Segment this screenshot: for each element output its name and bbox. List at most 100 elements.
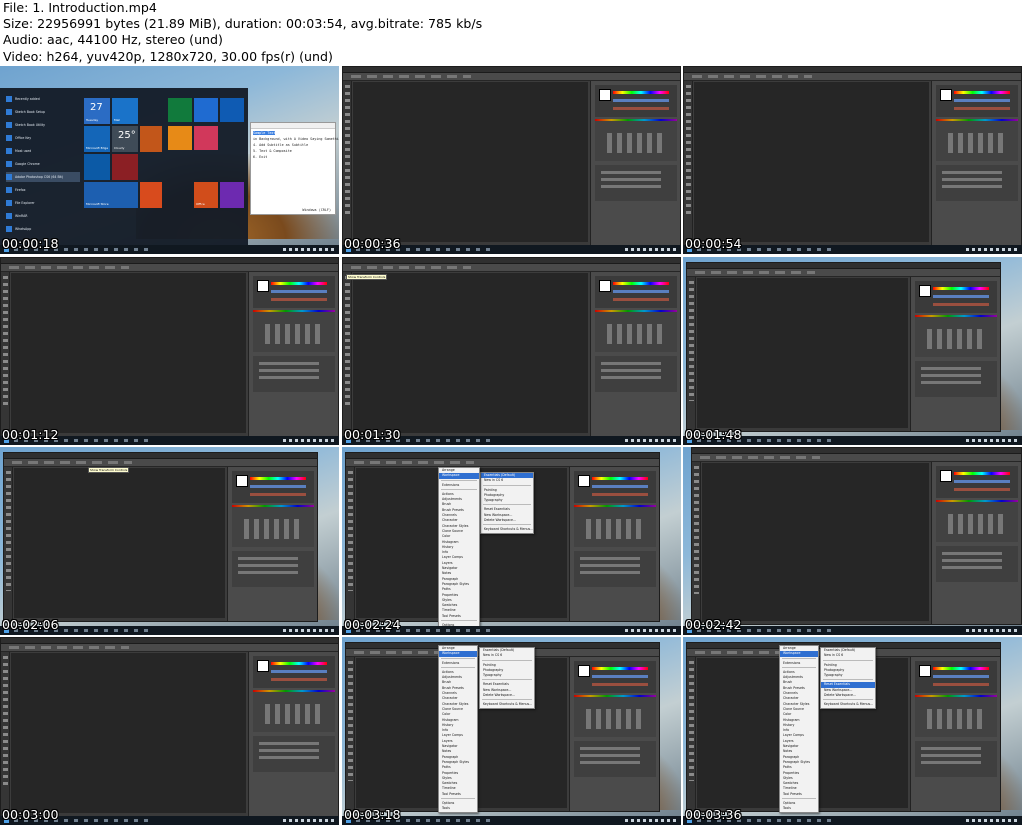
color-panel[interactable]	[915, 281, 997, 313]
photoshop-options-bar[interactable]	[343, 264, 680, 272]
photoshop-tools-panel[interactable]	[1, 652, 10, 816]
system-tray[interactable]	[625, 819, 677, 822]
layers-panel[interactable]	[595, 356, 677, 392]
photoshop-panels[interactable]	[910, 277, 1000, 431]
system-tray[interactable]	[283, 248, 335, 251]
photoshop-tools-panel[interactable]	[687, 657, 696, 811]
video-thumbnail[interactable]: Recently added Sketch Book Setup Sketch Bo…	[0, 66, 339, 254]
menu-item[interactable]	[441, 666, 475, 669]
photoshop-options-bar[interactable]	[684, 73, 1021, 81]
menu-item[interactable]: Extensions	[780, 661, 818, 666]
menu-item[interactable]	[823, 699, 873, 701]
menu-item[interactable]: Extensions	[439, 661, 477, 666]
photoshop-tools-panel[interactable]	[4, 467, 13, 621]
app-list-item[interactable]: Sketch Book Utility	[6, 120, 80, 130]
photoshop-tools-panel[interactable]	[684, 81, 693, 245]
photoshop-panels[interactable]	[590, 81, 680, 245]
color-panel[interactable]	[936, 85, 1018, 117]
dropdown-menu[interactable]: Arrange Workspace Extensions Actions Adjustm…	[438, 467, 480, 635]
photoshop-options-bar[interactable]	[343, 73, 680, 81]
menu-item[interactable]: Workspace	[439, 651, 477, 657]
menu-item[interactable]: New in CS 6	[481, 478, 533, 483]
adjustments-panel[interactable]	[936, 502, 1018, 542]
system-tray[interactable]	[966, 629, 1018, 632]
dropdown-menu[interactable]: Essentials (Default) New in CS 6 Painting P…	[820, 647, 876, 709]
start-tile[interactable]	[140, 182, 162, 208]
start-tile[interactable]	[220, 182, 244, 208]
adjustments-panel[interactable]	[232, 507, 314, 547]
system-tray[interactable]	[283, 629, 335, 632]
photoshop-window[interactable]	[683, 66, 1022, 246]
video-thumbnail[interactable]: Essentials (Default) New in CS 6 Painting P…	[342, 447, 681, 635]
menu-item[interactable]: Keyboard Shortcuts & Menus...	[481, 527, 533, 532]
photoshop-options-bar[interactable]	[4, 459, 317, 467]
start-tile[interactable]	[140, 126, 162, 152]
dropdown-menu[interactable]: Arrange Workspace Extensions Actions Adjustm…	[779, 645, 819, 813]
color-panel[interactable]	[232, 471, 314, 503]
adjustments-panel[interactable]	[253, 312, 335, 352]
menu-item[interactable]: Keyboard Shortcuts & Menus...	[480, 702, 534, 707]
photoshop-panels[interactable]	[590, 272, 680, 436]
start-tile[interactable]: Microsoft Edge	[84, 126, 110, 152]
video-thumbnail[interactable]: 00:01:12	[0, 257, 339, 445]
menu-item[interactable]: Tool Presets	[439, 614, 479, 619]
menu-item[interactable]	[782, 666, 816, 669]
menu-item[interactable]	[483, 504, 531, 506]
menu-item[interactable]: Tools	[439, 806, 477, 811]
color-panel[interactable]	[574, 661, 656, 693]
start-tile[interactable]: 25° Cloudy	[112, 126, 138, 152]
system-tray[interactable]	[283, 439, 335, 442]
photoshop-panels[interactable]	[931, 462, 1021, 624]
photoshop-window[interactable]	[686, 262, 1001, 432]
adjustments-panel[interactable]	[915, 697, 997, 737]
photoshop-tools-panel[interactable]	[343, 81, 352, 245]
photoshop-options-bar[interactable]	[692, 454, 1021, 462]
menu-item[interactable]: Typography	[821, 673, 875, 678]
layers-panel[interactable]	[595, 165, 677, 201]
start-tile[interactable]	[168, 98, 192, 122]
start-menu[interactable]: Recently added Sketch Book Setup Sketch Bo…	[0, 88, 248, 245]
app-list-item[interactable]: Adobe Photoshop CS6 (64 Bit)	[6, 172, 80, 182]
photoshop-options-bar[interactable]	[346, 459, 659, 467]
menu-item[interactable]	[441, 488, 477, 491]
video-thumbnail[interactable]: 00:01:48	[683, 257, 1022, 445]
app-list-item[interactable]: Sketch Book Setup	[6, 107, 80, 117]
adjustments-panel[interactable]	[574, 697, 656, 737]
menu-item[interactable]: Tool Presets	[780, 792, 818, 797]
menu-item[interactable]	[441, 479, 477, 482]
color-panel[interactable]	[253, 276, 335, 308]
menu-item[interactable]: Typography	[480, 673, 534, 678]
menu-item[interactable]	[483, 524, 531, 526]
adjustments-panel[interactable]	[936, 121, 1018, 161]
photoshop-panels[interactable]	[227, 467, 317, 621]
start-tile[interactable]	[194, 98, 218, 122]
menu-item[interactable]	[483, 484, 531, 487]
photoshop-tools-panel[interactable]	[346, 657, 355, 811]
system-tray[interactable]	[966, 439, 1018, 442]
dropdown-menu[interactable]: Arrange Workspace Extensions Actions Adjustm…	[438, 645, 478, 813]
start-tile[interactable]	[194, 126, 218, 150]
start-tile[interactable]	[84, 154, 110, 180]
color-panel[interactable]	[936, 466, 1018, 498]
menu-item[interactable]	[441, 620, 477, 622]
app-list-item[interactable]: Office Key	[6, 133, 80, 143]
adjustments-panel[interactable]	[595, 121, 677, 161]
layers-panel[interactable]	[253, 736, 335, 772]
menu-item[interactable]: Typography	[481, 498, 533, 503]
menu-item[interactable]: Delete Workspace...	[481, 518, 533, 523]
dropdown-menu[interactable]: Essentials (Default) New in CS 6 Painting P…	[480, 472, 534, 534]
photoshop-tools-panel[interactable]	[692, 462, 701, 624]
start-tile[interactable]	[112, 154, 138, 180]
start-tile[interactable]	[168, 126, 192, 150]
photoshop-window[interactable]	[691, 447, 1022, 625]
app-list-item[interactable]: Google Chrome	[6, 159, 80, 169]
photoshop-tools-panel[interactable]	[687, 277, 696, 431]
menu-item[interactable]: Tool Presets	[439, 792, 477, 797]
menu-item[interactable]	[823, 679, 873, 681]
photoshop-window[interactable]	[342, 66, 681, 246]
photoshop-options-bar[interactable]	[687, 269, 1000, 277]
menu-item[interactable]	[482, 659, 532, 662]
menu-item[interactable]	[782, 657, 816, 660]
photoshop-panels[interactable]	[248, 652, 338, 816]
layers-panel[interactable]	[915, 741, 997, 777]
